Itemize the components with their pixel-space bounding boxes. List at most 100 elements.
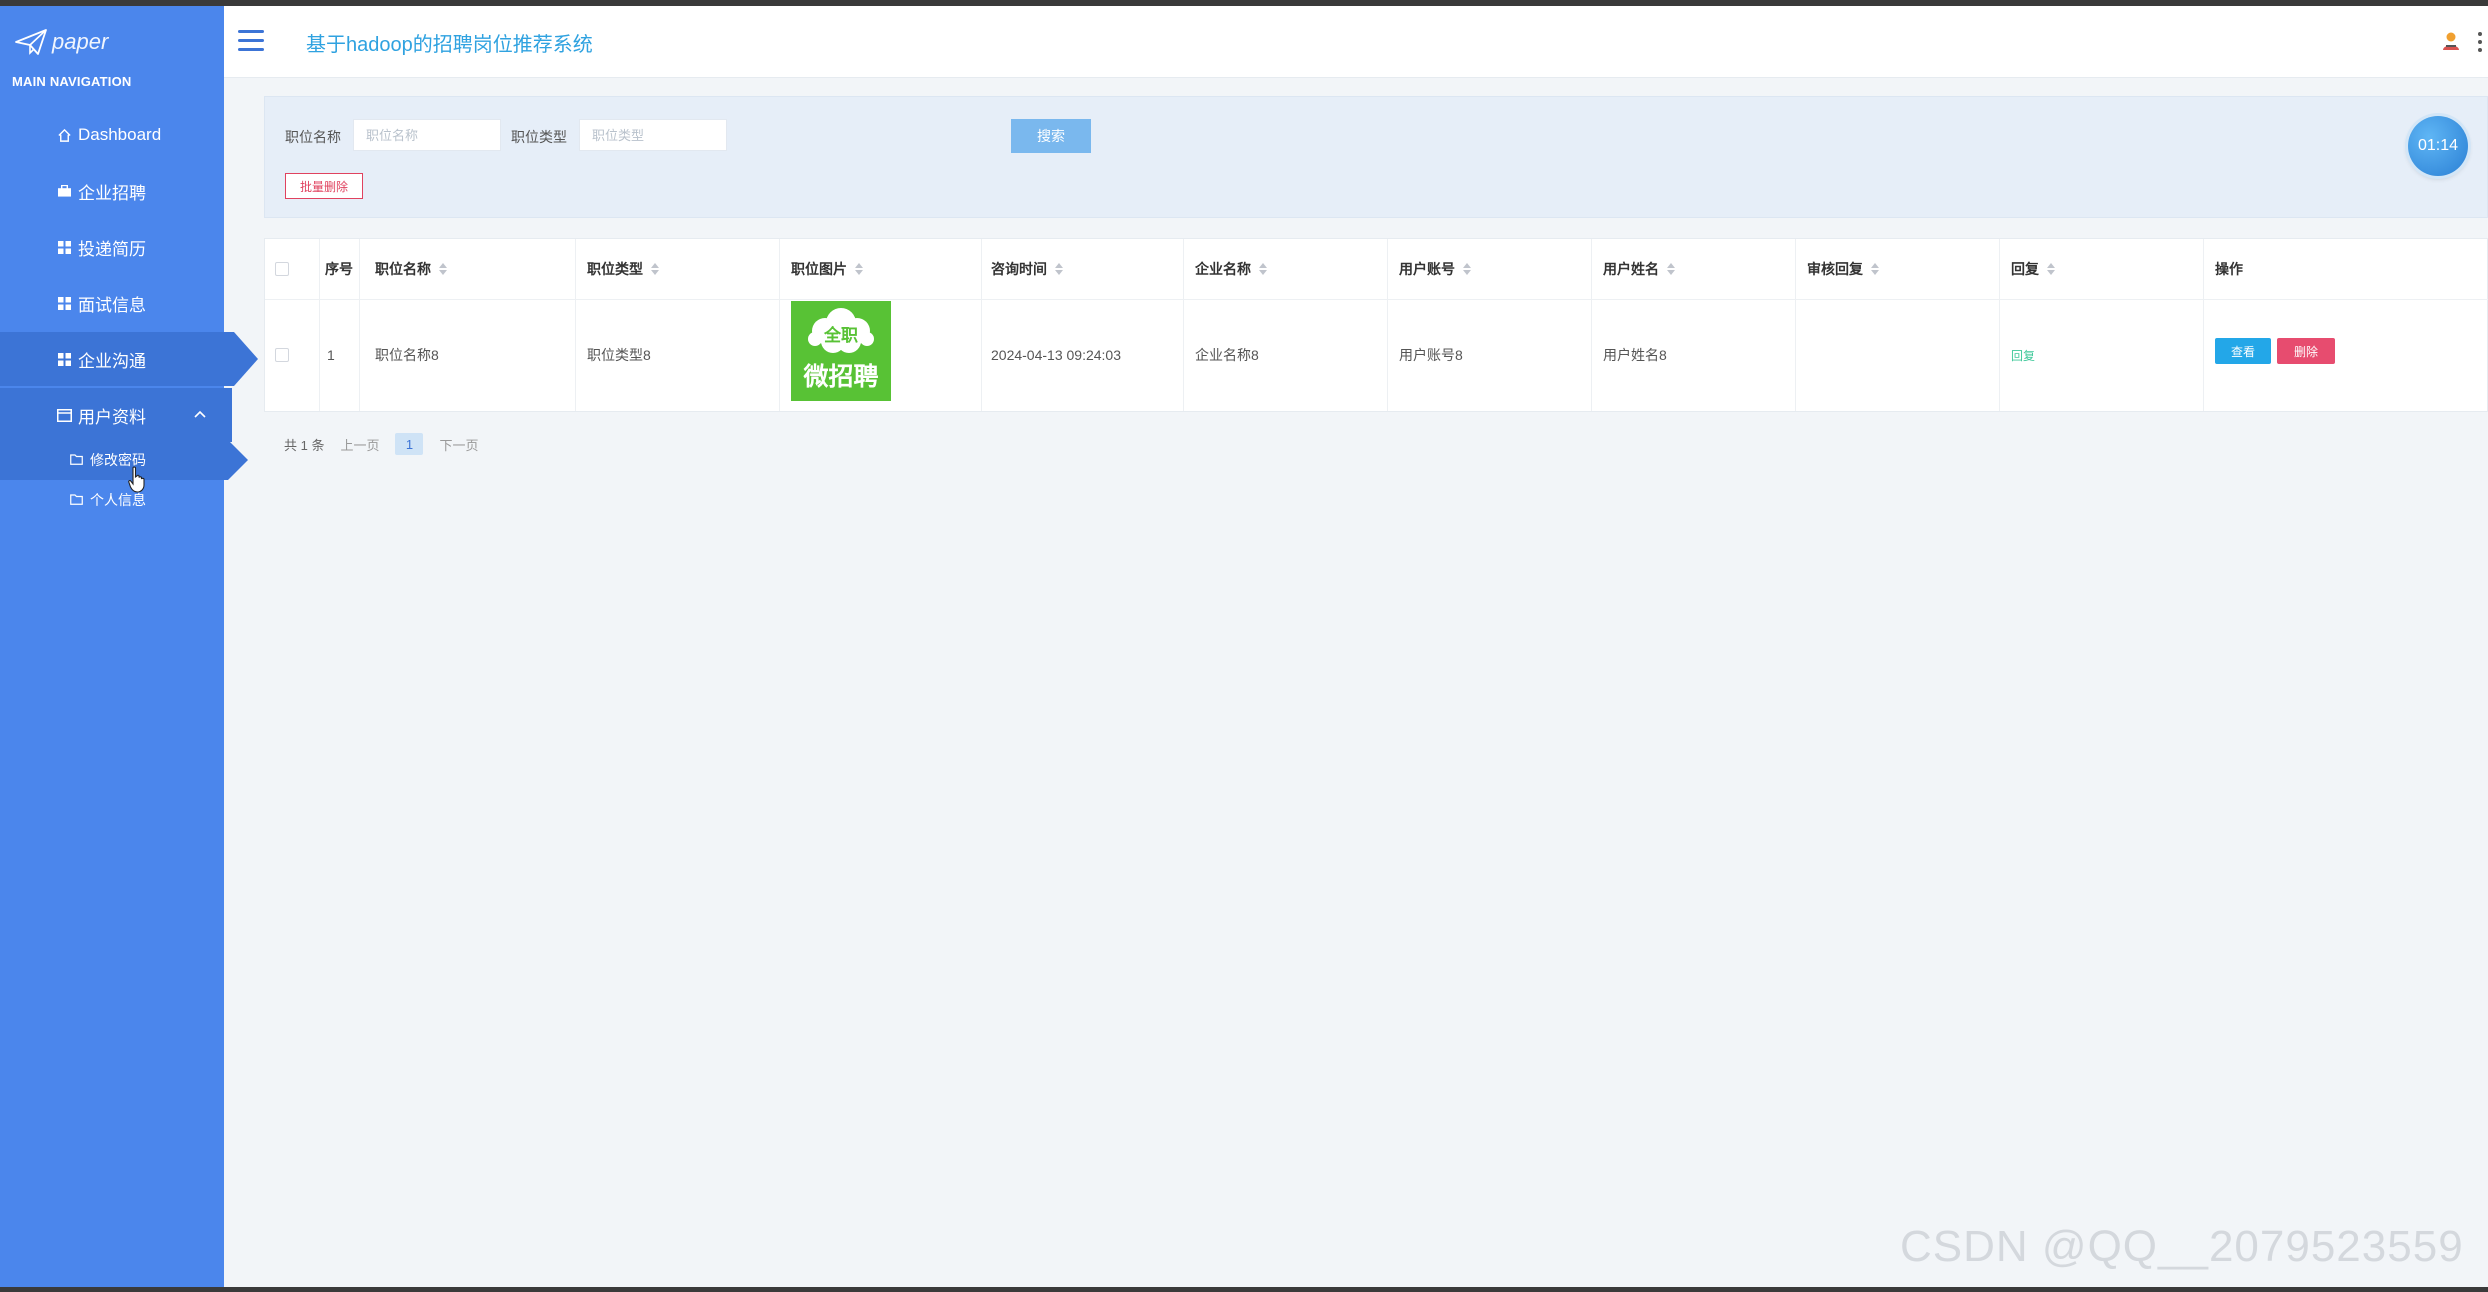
- sidebar: paper MAIN NAVIGATION Dashboard 企业招聘 投递简…: [0, 6, 258, 1287]
- col-header-label: 职位类型: [587, 261, 643, 277]
- card-icon: [56, 407, 72, 423]
- sidebar-subitem-personal-info[interactable]: 个人信息: [0, 480, 224, 520]
- col-header-label: 咨询时间: [991, 261, 1047, 277]
- col-header-reply[interactable]: 回复: [2011, 239, 2055, 299]
- cell-job-type: 职位类型8: [587, 347, 651, 363]
- folder-icon: [70, 454, 84, 466]
- col-header-label: 回复: [2011, 261, 2039, 277]
- col-header-company[interactable]: 企业名称: [1195, 239, 1267, 299]
- logo-text: paper: [52, 29, 109, 54]
- watermark: CSDN @QQ__2079523559: [1900, 1222, 2464, 1271]
- sort-icon[interactable]: [651, 263, 659, 275]
- logo[interactable]: paper: [14, 24, 108, 60]
- sidebar-item-label: 企业沟通: [78, 351, 146, 371]
- column-divider: [359, 239, 360, 411]
- sort-icon[interactable]: [2047, 263, 2055, 275]
- sidebar-item-recruitment[interactable]: 企业招聘: [0, 164, 224, 218]
- prev-page-button[interactable]: 上一页: [340, 435, 379, 454]
- image-text-line2: 微招聘: [802, 362, 878, 391]
- col-header-review-reply[interactable]: 审核回复: [1807, 239, 1879, 299]
- sort-icon[interactable]: [439, 263, 447, 275]
- cell-username: 用户姓名8: [1603, 347, 1667, 363]
- view-button[interactable]: 查看: [2215, 338, 2271, 364]
- next-page-button[interactable]: 下一页: [439, 435, 478, 454]
- cell-account: 用户账号8: [1399, 347, 1463, 363]
- col-header-label: 操作: [2215, 261, 2243, 277]
- cell-index: 1: [327, 347, 335, 363]
- column-divider: [575, 239, 576, 411]
- user-avatar-icon[interactable]: [2440, 30, 2462, 52]
- sidebar-item-label: 企业招聘: [78, 183, 146, 203]
- reply-link[interactable]: 回复: [2011, 347, 2035, 364]
- row-checkbox[interactable]: [275, 348, 289, 362]
- menu-toggle-icon[interactable]: [238, 30, 264, 52]
- search-panel: 职位名称 职位类型 搜索 批量删除: [264, 96, 2488, 218]
- col-header-username[interactable]: 用户姓名: [1603, 239, 1675, 299]
- cell-job-name: 职位名称8: [375, 347, 439, 363]
- column-divider: [1999, 239, 2000, 411]
- col-header-job-image[interactable]: 职位图片: [791, 239, 863, 299]
- grid-icon: [56, 295, 72, 311]
- sidebar-item-label: Dashboard: [78, 125, 162, 144]
- sidebar-item-user-profile[interactable]: 用户资料: [0, 388, 232, 442]
- nav-heading: MAIN NAVIGATION: [12, 74, 132, 89]
- recruit-cloud-icon: 全职 微招聘: [802, 308, 879, 391]
- column-divider: [1591, 239, 1592, 411]
- sort-icon[interactable]: [855, 263, 863, 275]
- job-image[interactable]: 全职 微招聘: [791, 301, 891, 401]
- col-header-job-type[interactable]: 职位类型: [587, 239, 659, 299]
- sort-icon[interactable]: [1667, 263, 1675, 275]
- more-vertical-icon[interactable]: [2478, 32, 2484, 52]
- row-select-cell: [275, 299, 305, 411]
- home-icon: [56, 127, 72, 143]
- sidebar-item-resume[interactable]: 投递简历: [0, 220, 224, 274]
- image-text-line1: 全职: [823, 325, 858, 346]
- select-all-checkbox[interactable]: [275, 262, 289, 276]
- sort-icon[interactable]: [1871, 263, 1879, 275]
- col-header-label: 职位图片: [791, 261, 847, 277]
- sidebar-item-label: 面试信息: [78, 295, 146, 315]
- column-divider: [779, 239, 780, 411]
- col-header-actions: 操作: [2215, 239, 2243, 299]
- col-header-label: 序号: [325, 261, 353, 277]
- current-page[interactable]: 1: [395, 433, 424, 455]
- hand-cursor-icon: [128, 466, 145, 493]
- job-name-label: 职位名称: [285, 129, 341, 145]
- col-header-account[interactable]: 用户账号: [1399, 239, 1471, 299]
- job-name-input[interactable]: [353, 119, 501, 151]
- delete-button[interactable]: 删除: [2277, 338, 2335, 364]
- sort-icon[interactable]: [1055, 263, 1063, 275]
- sidebar-item-interview[interactable]: 面试信息: [0, 276, 224, 330]
- sort-icon[interactable]: [1463, 263, 1471, 275]
- cell-company: 企业名称8: [1195, 347, 1259, 363]
- col-header-consult-time[interactable]: 咨询时间: [991, 239, 1063, 299]
- folder-icon: [70, 494, 84, 506]
- search-button[interactable]: 搜索: [1011, 119, 1091, 153]
- col-header-label: 用户姓名: [1603, 261, 1659, 277]
- grid-icon: [56, 351, 72, 367]
- pagination-total: 共 1 条: [284, 437, 325, 453]
- column-divider: [2203, 239, 2204, 411]
- countdown-timer: 01:14: [2408, 116, 2468, 176]
- cell-reply: 回复: [2011, 299, 2035, 411]
- paper-plane-icon: [15, 29, 47, 55]
- sidebar-item-communication[interactable]: 企业沟通: [0, 332, 258, 386]
- page-title: 基于hadoop的招聘岗位推荐系统: [306, 34, 593, 56]
- chevron-up-icon: [194, 410, 206, 418]
- column-divider: [981, 239, 982, 411]
- job-type-label: 职位类型: [511, 129, 567, 145]
- job-type-input[interactable]: [579, 119, 727, 151]
- sidebar-item-dashboard[interactable]: Dashboard: [0, 108, 224, 162]
- sort-icon[interactable]: [1259, 263, 1267, 275]
- briefcase-icon: [56, 183, 72, 199]
- sidebar-subitem-change-password[interactable]: 修改密码: [0, 440, 248, 480]
- select-all-cell: [275, 239, 305, 299]
- column-divider: [319, 239, 320, 411]
- col-header-index: 序号: [325, 239, 353, 299]
- cell-actions: 查看 删除: [2215, 295, 2335, 407]
- column-divider: [1183, 239, 1184, 411]
- sidebar-item-label: 用户资料: [78, 407, 146, 427]
- batch-delete-button[interactable]: 批量删除: [285, 173, 363, 199]
- cell-consult-time: 2024-04-13 09:24:03: [991, 347, 1121, 363]
- col-header-job-name[interactable]: 职位名称: [375, 239, 447, 299]
